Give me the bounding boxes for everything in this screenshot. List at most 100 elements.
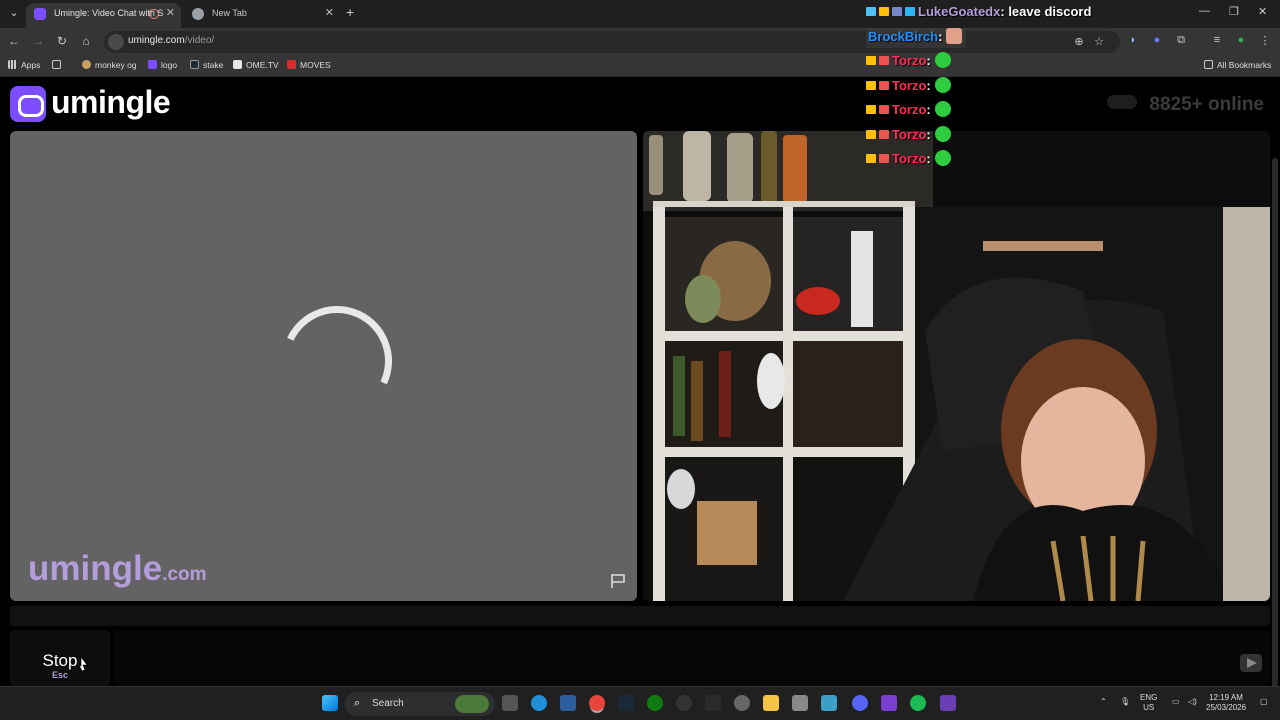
all-bookmarks-label: All Bookmarks [1217, 60, 1272, 70]
bookmark-logo[interactable]: logo [148, 60, 177, 70]
bookmark-tab-groups[interactable] [52, 60, 65, 70]
stop-label: Stop [42, 651, 78, 670]
clock-date: 25/03/2026 [1206, 703, 1247, 712]
s-icon [190, 60, 199, 69]
restore-icon[interactable]: ❐ [1229, 5, 1239, 18]
send-icon[interactable] [1240, 654, 1262, 672]
chrome-menu-icon[interactable]: ⋮ [1258, 34, 1272, 47]
stream-chat-overlay: LukeGoatedx: leave discord BrockBirch: T… [866, 4, 1126, 174]
site-info-icon[interactable] [108, 34, 124, 50]
bookmark-moves[interactable]: MOVES [287, 60, 331, 70]
bookmark-monkey-og[interactable]: monkey og [82, 60, 137, 70]
tab-umingle[interactable]: Umingle: Video Chat with S ✕ [26, 3, 181, 28]
steam-icon[interactable] [618, 695, 634, 711]
chat-username: BrockBirch [868, 29, 939, 44]
extension-circle-icon[interactable]: ● [1150, 34, 1164, 46]
new-tab-button[interactable]: + [346, 4, 354, 20]
settings-gear-icon[interactable] [734, 695, 750, 711]
chrome-icon[interactable] [589, 695, 605, 711]
message-input[interactable] [114, 630, 1270, 686]
report-flag-icon[interactable] [609, 573, 627, 589]
app-icon[interactable] [940, 695, 956, 711]
chat-username: Torzo [892, 127, 927, 142]
tab-title: New Tab [212, 8, 247, 18]
crown-badge-icon [879, 7, 889, 16]
task-view-icon[interactable] [502, 695, 518, 711]
green-emote-icon [934, 150, 951, 166]
network-icon[interactable]: ▭ [1172, 697, 1180, 707]
stop-button[interactable]: Stop Esc [10, 630, 110, 686]
language-indicator[interactable]: ENG US [1140, 693, 1157, 713]
online-suffix: + online [1191, 94, 1264, 115]
notifications-icon[interactable]: ▢ [1260, 697, 1268, 707]
watermark-domain: .com [162, 564, 207, 585]
extension-sound-icon[interactable]: ◗ [1126, 34, 1140, 46]
file-explorer-icon[interactable] [763, 695, 779, 711]
overlay-chat-line: BrockBirch: [866, 28, 967, 48]
spotify-icon[interactable] [910, 695, 926, 711]
bookmark-label: OME.TV [246, 60, 279, 70]
overlay-chat-line: Torzo: [866, 101, 951, 121]
online-count: 8825 [1149, 94, 1192, 115]
media-control-icon[interactable]: ≡ [1210, 34, 1224, 46]
umingle-watermark: umingle.com [28, 549, 207, 589]
crown-badge-icon [866, 56, 876, 65]
s-icon [148, 60, 157, 69]
bookmark-label: stake [203, 60, 224, 70]
epic-games-icon[interactable] [705, 695, 721, 711]
forward-icon[interactable]: → [30, 34, 46, 48]
microphone-icon[interactable]: 🎙 [1120, 697, 1130, 707]
profile-avatar-icon[interactable]: ● [1234, 34, 1248, 46]
minimize-icon[interactable]: — [1199, 5, 1210, 17]
chat-username: LukeGoatedx [918, 4, 1001, 19]
chat-separator: : [926, 53, 931, 68]
badge-icon [879, 81, 889, 90]
chat-username: Torzo [892, 53, 927, 68]
page-scrollbar[interactable] [1272, 158, 1278, 718]
chat-message: leave discord [1004, 4, 1092, 19]
start-windows-icon[interactable] [322, 695, 338, 711]
bookmark-label: Apps [21, 60, 41, 70]
clock-time: 12:19 AM [1209, 693, 1243, 702]
home-icon[interactable]: ⌂ [78, 34, 94, 48]
app-icon[interactable] [821, 695, 837, 711]
chat-separator: : [926, 151, 931, 166]
obs-icon[interactable] [881, 695, 897, 711]
app-icon[interactable] [560, 695, 576, 711]
tray-chevron-icon[interactable]: ⌃ [1100, 697, 1107, 707]
hand-emote-icon [946, 28, 963, 44]
chat-bubble-logo-icon [10, 86, 46, 122]
app-icon[interactable] [676, 695, 692, 711]
store-icon[interactable] [792, 695, 808, 711]
chat-separator: : [926, 127, 931, 142]
bookmark-label: MOVES [300, 60, 331, 70]
reload-icon[interactable]: ↻ [54, 34, 70, 48]
search-label: Search [372, 698, 404, 709]
clock[interactable]: 12:19 AM 25/03/2026 [1206, 693, 1246, 713]
bookmark-ometv[interactable]: OME.TV [233, 60, 279, 70]
volume-icon[interactable]: ◁) [1188, 697, 1197, 707]
extensions-puzzle-icon[interactable]: ⧉ [1174, 34, 1188, 47]
tab-new-tab[interactable]: New Tab ✕ [184, 3, 340, 28]
bookmark-stake[interactable]: stake [190, 60, 223, 70]
taskbar-search[interactable]: ⌕ Search [345, 692, 495, 716]
green-emote-icon [934, 77, 951, 93]
windows-taskbar: ⌕ Search ⌃ 🎙 ENG US ▭ ◁) 12:19 AM 25/03/… [0, 686, 1280, 720]
overlay-chat-line: LukeGoatedx: leave discord [866, 4, 1091, 24]
badge-icon [879, 154, 889, 163]
close-tab-icon[interactable]: ✕ [166, 3, 175, 24]
edge-icon[interactable] [531, 695, 547, 711]
bookmark-apps[interactable]: Apps [8, 60, 40, 70]
close-window-icon[interactable]: ✕ [1258, 5, 1267, 18]
close-tab-icon[interactable]: ✕ [325, 3, 334, 24]
chat-separator: : [938, 29, 943, 44]
back-icon[interactable]: ← [6, 34, 22, 48]
xbox-icon[interactable] [647, 695, 663, 711]
discord-icon[interactable] [852, 695, 868, 711]
all-bookmarks[interactable]: All Bookmarks [1204, 60, 1271, 70]
green-emote-icon [934, 52, 951, 68]
tab-search-chevron-icon[interactable]: ⌄ [6, 5, 22, 21]
chat-username: Torzo [892, 102, 927, 117]
self-webcam-video [643, 131, 1270, 601]
monkey-icon [82, 60, 91, 69]
